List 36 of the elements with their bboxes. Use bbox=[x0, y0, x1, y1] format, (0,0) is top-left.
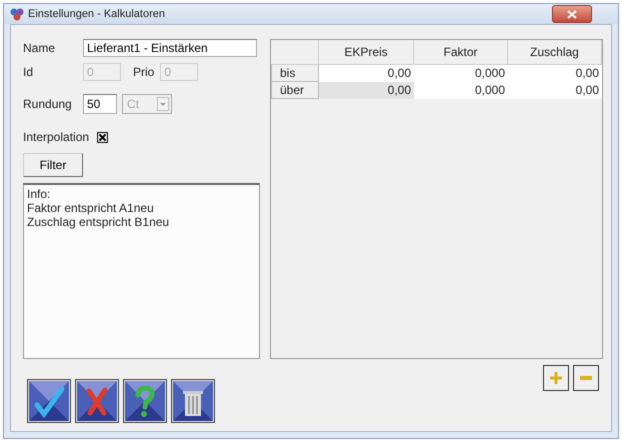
confirm-button[interactable] bbox=[27, 379, 71, 423]
trash-can-icon bbox=[173, 381, 213, 421]
name-field[interactable]: Lieferant1 - Einstärken bbox=[83, 39, 257, 57]
help-button[interactable] bbox=[123, 379, 167, 423]
table-cell[interactable]: 0,00 bbox=[319, 82, 414, 99]
info-line: Faktor entspricht A1neu bbox=[27, 201, 155, 215]
close-button[interactable] bbox=[552, 5, 592, 23]
field-label: Prio bbox=[133, 65, 154, 79]
table-cell[interactable]: 0,000 bbox=[414, 65, 508, 82]
table-cell[interactable]: 0,00 bbox=[508, 65, 602, 82]
question-mark-icon bbox=[125, 381, 165, 421]
info-text-area[interactable]: Info: Faktor entspricht A1neu Zuschlag entspricht B1neu bbox=[23, 183, 260, 359]
rounding-field[interactable]: 50 bbox=[83, 94, 117, 114]
interpolation-label: Interpolation bbox=[23, 130, 90, 144]
field-label: Name bbox=[23, 41, 56, 55]
row-header[interactable]: über bbox=[271, 82, 319, 99]
close-icon bbox=[567, 10, 577, 18]
remove-row-button[interactable] bbox=[573, 365, 599, 391]
cancel-button[interactable] bbox=[75, 379, 119, 423]
table-cell[interactable]: 0,000 bbox=[414, 82, 508, 99]
table-cell[interactable]: 0,00 bbox=[319, 65, 414, 82]
field-label: Rundung bbox=[23, 97, 73, 111]
filter-button[interactable]: Filter bbox=[23, 153, 83, 177]
info-line: Info: bbox=[27, 187, 52, 201]
info-line: Zuschlag entspricht B1neu bbox=[27, 215, 170, 229]
row-header[interactable]: bis bbox=[271, 65, 319, 82]
interpolation-checkbox[interactable] bbox=[97, 132, 108, 142]
plus-icon bbox=[549, 371, 563, 385]
window-title: Einstellungen - Kalkulatoren bbox=[28, 8, 166, 20]
add-row-button[interactable] bbox=[543, 365, 569, 391]
field-label: Id bbox=[23, 65, 34, 79]
app-icon bbox=[10, 7, 24, 21]
table-cell[interactable]: 0,00 bbox=[508, 82, 602, 99]
checkmark-icon bbox=[29, 381, 69, 421]
cross-icon bbox=[77, 381, 117, 421]
delete-button[interactable] bbox=[171, 379, 215, 423]
